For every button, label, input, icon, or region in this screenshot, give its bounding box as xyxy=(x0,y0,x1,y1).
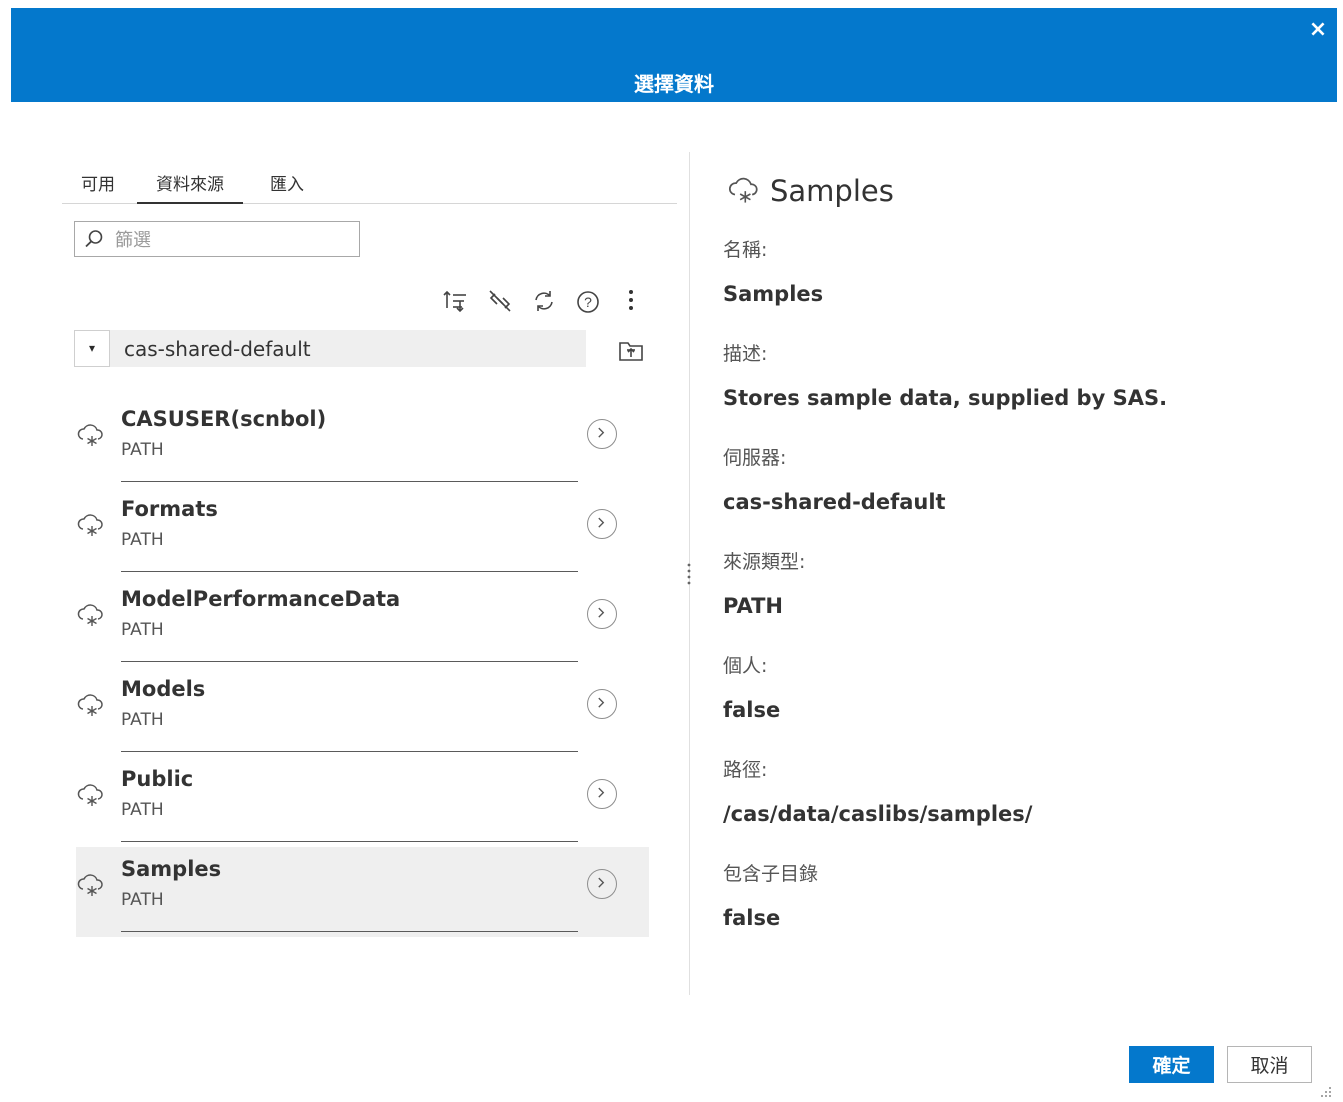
list-item[interactable]: Public PATH xyxy=(76,757,649,847)
server-select[interactable]: ▾ cas-shared-default xyxy=(74,330,586,367)
close-button[interactable]: × xyxy=(1307,19,1329,41)
list-item[interactable]: ModelPerformanceData PATH xyxy=(76,577,649,667)
list-item[interactable]: Models PATH xyxy=(76,667,649,757)
dialog-header: 選擇資料 × xyxy=(11,8,1337,102)
filter-input[interactable] xyxy=(113,225,357,255)
cloud-library-icon xyxy=(729,177,758,203)
server-select-value: cas-shared-default xyxy=(124,337,311,361)
cloud-library-icon xyxy=(77,874,103,896)
list-item[interactable]: Formats PATH xyxy=(76,487,649,577)
ok-button[interactable]: 確定 xyxy=(1129,1046,1214,1083)
library-type: PATH xyxy=(121,620,164,640)
divider xyxy=(121,931,578,932)
library-name: Formats xyxy=(121,497,218,521)
detail-value-path: /cas/data/caslibs/samples/ xyxy=(723,802,1033,826)
chevron-right-icon[interactable] xyxy=(587,779,617,809)
chevron-right-icon[interactable] xyxy=(587,689,617,719)
cloud-library-icon xyxy=(77,694,103,716)
details-title: Samples xyxy=(770,174,894,208)
detail-value-personal: false xyxy=(723,698,781,722)
chevron-right-icon[interactable] xyxy=(587,599,617,629)
filter-box xyxy=(74,221,360,257)
cancel-button[interactable]: 取消 xyxy=(1227,1046,1312,1083)
library-type: PATH xyxy=(121,800,164,820)
search-icon xyxy=(85,230,103,248)
chevron-right-icon[interactable] xyxy=(587,419,617,449)
library-type: PATH xyxy=(121,440,164,460)
divider xyxy=(121,481,578,482)
resize-grip-icon[interactable] xyxy=(1318,1084,1332,1098)
list-item[interactable]: CASUSER(scnbol) PATH xyxy=(76,397,649,487)
library-type: PATH xyxy=(121,530,164,550)
library-name: Samples xyxy=(121,857,222,881)
detail-label-subdirs: 包含子目錄 xyxy=(723,863,819,885)
cloud-library-icon xyxy=(77,514,103,536)
help-icon[interactable]: ? xyxy=(575,288,601,314)
tab-data-sources[interactable]: 資料來源 xyxy=(137,170,243,204)
library-name: Models xyxy=(121,677,206,701)
detail-value-server: cas-shared-default xyxy=(723,490,946,514)
cloud-library-icon xyxy=(77,784,103,806)
tab-bar: 可用 資料來源 匯入 xyxy=(62,160,677,204)
divider xyxy=(121,841,578,842)
divider xyxy=(121,571,578,572)
detail-value-subdirs: false xyxy=(723,906,781,930)
chevron-right-icon[interactable] xyxy=(587,869,617,899)
detail-value-name: Samples xyxy=(723,282,824,306)
library-name: Public xyxy=(121,767,194,791)
detail-label-personal: 個人: xyxy=(723,655,768,677)
detail-label-name: 名稱: xyxy=(723,239,768,261)
splitter-handle-icon[interactable] xyxy=(683,560,695,588)
detail-label-server: 伺服器: xyxy=(723,447,787,469)
unlink-icon[interactable] xyxy=(487,288,513,314)
detail-label-source-type: 來源類型: xyxy=(723,551,806,573)
dialog-title: 選擇資料 xyxy=(634,72,714,96)
detail-label-path: 路徑: xyxy=(723,759,768,781)
detail-value-description: Stores sample data, supplied by SAS. xyxy=(723,386,1168,410)
divider xyxy=(121,751,578,752)
library-name: CASUSER(scnbol) xyxy=(121,407,327,431)
folder-up-icon[interactable] xyxy=(618,339,644,363)
detail-value-source-type: PATH xyxy=(723,594,783,618)
sort-icon[interactable] xyxy=(442,288,468,314)
chevron-down-icon[interactable]: ▾ xyxy=(74,330,110,367)
divider xyxy=(121,661,578,662)
chevron-right-icon[interactable] xyxy=(587,509,617,539)
more-options-icon[interactable] xyxy=(618,288,644,314)
cloud-library-icon xyxy=(77,604,103,626)
tab-import[interactable]: 匯入 xyxy=(270,170,304,202)
cloud-library-icon xyxy=(77,424,103,446)
detail-label-description: 描述: xyxy=(723,343,768,365)
library-type: PATH xyxy=(121,890,164,910)
library-name: ModelPerformanceData xyxy=(121,587,401,611)
refresh-icon[interactable] xyxy=(531,288,557,314)
tab-available[interactable]: 可用 xyxy=(81,170,115,202)
svg-text:?: ? xyxy=(584,294,592,310)
library-type: PATH xyxy=(121,710,164,730)
list-item[interactable]: Samples PATH xyxy=(76,847,649,937)
